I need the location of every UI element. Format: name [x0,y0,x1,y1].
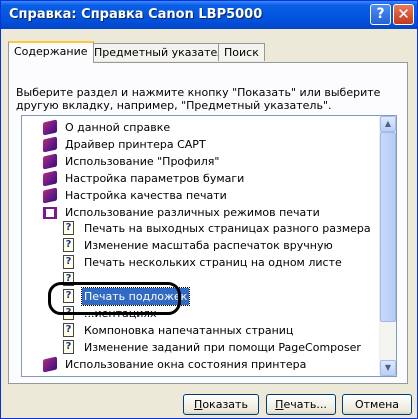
book-icon [43,136,58,153]
open-book-icon [43,205,58,220]
tree-item-label: Печать нескольких страниц на одном листе [84,256,342,270]
scroll-down-icon[interactable]: ▼ [380,360,396,376]
scroll-up-icon[interactable]: ▲ [380,116,396,132]
tree-item-label: Настройка параметров бумаги [65,171,245,185]
tree-item-label: Изменение масштаба распечаток вручную [84,239,333,253]
contents-tree[interactable]: О данной справке Драйвер принтера CAPT Исп… [21,115,397,377]
tree-item-label: Использование окна состояния принтера [65,357,307,371]
book-icon [43,153,58,170]
book-icon [43,119,58,136]
help-page-icon: ? [62,272,77,287]
book-icon [43,187,58,204]
help-page-icon: ? [62,255,77,270]
tree-item-label: Печать подложек [80,287,191,306]
tree-item-label: Настройка качества печати [65,188,227,202]
tree-item-label: Изменение заданий при помощи PageCompose… [84,340,361,354]
help-page-icon: ? [62,339,77,355]
help-page-icon: ? [62,238,77,253]
tree-item-label: Использование различных режимов печати [65,205,320,219]
tree-item-label: Использование "Профиля" [65,154,220,168]
tab-search[interactable]: Поиск [218,43,265,61]
cancel-button[interactable]: Отмена [342,394,412,415]
instruction-text: Выберите раздел и нажмите кнопку "Показа… [16,86,381,112]
vertical-scrollbar[interactable]: ▲ ▼ [379,116,396,376]
print-button[interactable]: Печать... [266,394,336,415]
tree-item-label: Компоновка напечатанных страниц [84,323,294,337]
title-bar[interactable]: Справка: Справка Canon LBP5000 ? ✕ [1,1,417,29]
window-title: Справка: Справка Canon LBP5000 [9,7,263,22]
tree-item-label: Драйвер принтера CAPT [65,137,206,151]
tab-index[interactable]: Предметный указатель [88,43,237,61]
print-button-label: ечать... [283,398,327,411]
scroll-thumb[interactable] [380,132,396,322]
tab-contents[interactable]: Содержание [8,41,94,63]
tree-item-label: ...иентациях [84,306,157,320]
book-icon [43,356,58,373]
tree-item-label: О данной справке [65,121,171,134]
show-button[interactable]: Показать [183,394,259,415]
help-page-icon: ? [62,322,77,338]
close-button[interactable]: ✕ [393,4,414,25]
help-page-icon: ? [62,221,77,236]
book-icon [43,170,58,187]
help-page-icon: ? [62,289,77,304]
show-button-label: оказать [202,398,248,411]
help-button[interactable]: ? [370,4,391,25]
help-page-icon: ? [62,305,77,321]
tree-item-label: Печать на выходных страницах разного раз… [84,222,371,236]
